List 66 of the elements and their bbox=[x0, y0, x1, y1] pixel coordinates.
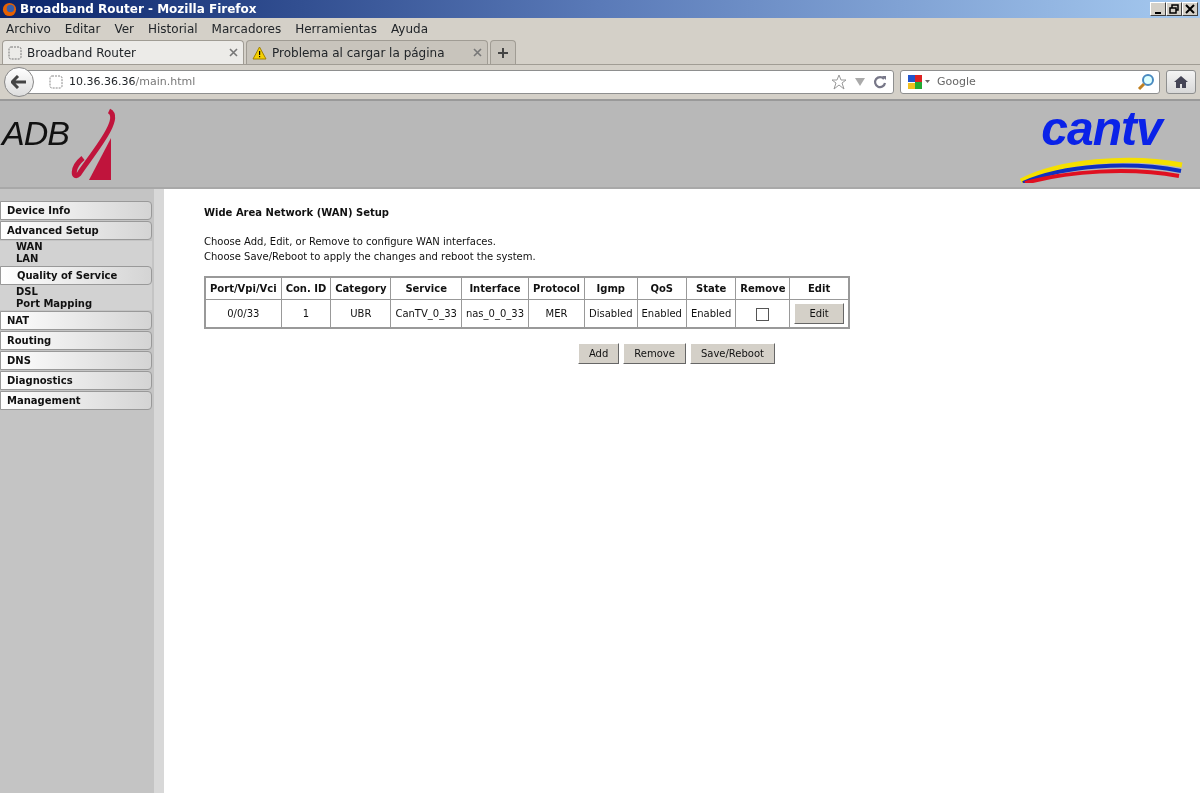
sidebar-subitem[interactable]: Port Mapping bbox=[0, 298, 152, 310]
home-icon bbox=[1173, 75, 1189, 89]
column-header: Service bbox=[390, 277, 462, 300]
close-tab-icon[interactable] bbox=[229, 48, 238, 57]
browser-tab[interactable]: Problema al cargar la página bbox=[246, 40, 488, 64]
site-identity-icon bbox=[49, 75, 63, 89]
star-icon[interactable] bbox=[831, 74, 847, 90]
new-tab-button[interactable] bbox=[490, 40, 516, 64]
edit-button[interactable]: Edit bbox=[794, 303, 844, 324]
sidebar-subitem[interactable]: WAN bbox=[0, 241, 152, 253]
window-title: Broadband Router - Mozilla Firefox bbox=[20, 1, 257, 18]
sidebar-item[interactable]: Management bbox=[0, 391, 152, 410]
restore-button[interactable] bbox=[1166, 2, 1182, 16]
back-arrow-icon bbox=[11, 75, 27, 89]
page-title: Wide Area Network (WAN) Setup bbox=[204, 206, 391, 220]
warning-icon bbox=[252, 45, 267, 60]
sidebar-item[interactable]: Routing bbox=[0, 331, 152, 350]
menu-item[interactable]: Archivo bbox=[0, 19, 59, 38]
close-tab-icon[interactable] bbox=[473, 48, 482, 57]
column-header: QoS bbox=[637, 277, 687, 300]
plus-icon bbox=[497, 46, 509, 59]
action-button[interactable]: Remove bbox=[623, 343, 686, 364]
home-button[interactable] bbox=[1166, 70, 1196, 94]
sidebar-item[interactable]: DNS bbox=[0, 351, 152, 370]
action-button[interactable]: Save/Reboot bbox=[689, 343, 775, 364]
close-icon bbox=[1185, 4, 1195, 14]
reload-icon[interactable] bbox=[873, 75, 887, 89]
column-header: Igmp bbox=[584, 277, 637, 300]
remove-checkbox[interactable] bbox=[756, 307, 770, 321]
column-header: Interface bbox=[461, 277, 529, 300]
column-header: Category bbox=[330, 277, 391, 300]
column-header: Port/Vpi/Vci bbox=[205, 277, 282, 300]
search-engine-icon[interactable] bbox=[905, 74, 931, 90]
column-header: State bbox=[686, 277, 736, 300]
adb-logo-text: ADB bbox=[0, 113, 69, 154]
browser-tab[interactable]: Broadband Router bbox=[2, 40, 244, 64]
instruction-text: Choose Save/Reboot to apply the changes and reboot the system. bbox=[204, 250, 537, 264]
sidebar-item[interactable]: Advanced Setup bbox=[0, 221, 152, 240]
sidebar-item[interactable]: Device Info bbox=[0, 201, 152, 220]
back-button[interactable] bbox=[4, 67, 34, 97]
sidebar-subitem[interactable]: DSL bbox=[0, 286, 152, 298]
search-icon[interactable] bbox=[1137, 73, 1155, 91]
menu-item[interactable]: Editar bbox=[58, 19, 109, 38]
column-header: Con. ID bbox=[281, 277, 331, 300]
column-header: Edit bbox=[789, 277, 849, 300]
sidebar-item[interactable]: NAT bbox=[0, 311, 152, 330]
menu-item[interactable]: Ayuda bbox=[384, 19, 437, 38]
menu-item[interactable]: Herramientas bbox=[289, 19, 385, 38]
restore-icon bbox=[1169, 4, 1179, 14]
sidebar-item[interactable]: Diagnostics bbox=[0, 371, 152, 390]
sidebar-subitem[interactable]: Quality of Service bbox=[0, 266, 152, 285]
close-button[interactable] bbox=[1182, 2, 1198, 16]
search-field[interactable]: Google bbox=[900, 70, 1160, 94]
menu-item[interactable]: Historial bbox=[142, 19, 206, 38]
browser-logo-icon bbox=[2, 1, 17, 17]
minimize-button[interactable] bbox=[1150, 2, 1166, 16]
blank-page-icon bbox=[8, 45, 22, 60]
instruction-text: Choose Add, Edit, or Remove to configure WAN interfaces. bbox=[204, 235, 497, 249]
url-text: 10.36.36.36/main.html bbox=[69, 73, 196, 90]
column-header: Protocol bbox=[528, 277, 585, 300]
action-button[interactable]: Add bbox=[577, 343, 620, 364]
menu-item[interactable]: Marcadores bbox=[205, 19, 290, 38]
menu-item[interactable]: Ver bbox=[108, 19, 142, 38]
sidebar-subitem[interactable]: LAN bbox=[0, 253, 152, 265]
column-header: Remove bbox=[735, 277, 790, 300]
minimize-icon bbox=[1155, 11, 1161, 14]
